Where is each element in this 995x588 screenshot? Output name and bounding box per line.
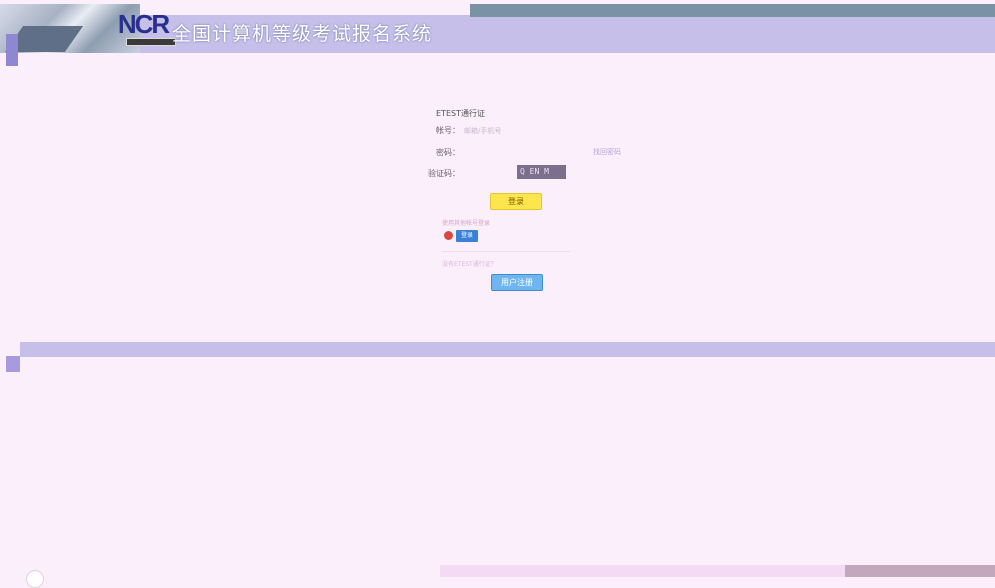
account-input[interactable]: 邮箱/手机号 bbox=[464, 126, 501, 136]
divider bbox=[442, 251, 570, 252]
header-left-bar bbox=[6, 34, 18, 66]
register-prompt: 没有ETEST通行证？ bbox=[442, 261, 497, 268]
password-label: 密码： bbox=[436, 148, 460, 157]
ncr-logo: NCR bbox=[117, 9, 170, 39]
register-button[interactable]: 用户注册 bbox=[491, 274, 543, 291]
forgot-password-link[interactable]: 找回密码 bbox=[593, 147, 621, 157]
captcha-input[interactable] bbox=[464, 168, 509, 178]
footer-band bbox=[20, 342, 995, 357]
footer-strip bbox=[440, 565, 845, 577]
footer-circle-icon bbox=[26, 570, 44, 588]
qq-login-button[interactable]: 登录 bbox=[456, 230, 478, 242]
account-label: 帐号： bbox=[436, 126, 460, 135]
captcha-image[interactable]: Q EN M bbox=[517, 165, 566, 179]
captcha-label: 验证码： bbox=[428, 169, 460, 178]
header-top-strip bbox=[470, 4, 995, 17]
login-heading: ETEST通行证 bbox=[436, 109, 485, 118]
logo-subtitle-bar bbox=[126, 38, 176, 46]
header: NCR 全国计算机等级考试报名系统 bbox=[0, 0, 995, 66]
password-input[interactable] bbox=[464, 147, 564, 157]
login-button[interactable]: 登录 bbox=[490, 193, 542, 210]
footer-left-bar bbox=[6, 356, 20, 372]
footer-strip-right bbox=[845, 565, 995, 577]
other-login-text: 使用其他帐号登录 bbox=[442, 220, 491, 227]
qq-icon bbox=[444, 231, 453, 240]
login-panel: ETEST通行证 帐号： 邮箱/手机号 密码： 找回密码 验证码： Q EN M… bbox=[400, 100, 635, 320]
page-title: 全国计算机等级考试报名系统 bbox=[172, 23, 433, 45]
